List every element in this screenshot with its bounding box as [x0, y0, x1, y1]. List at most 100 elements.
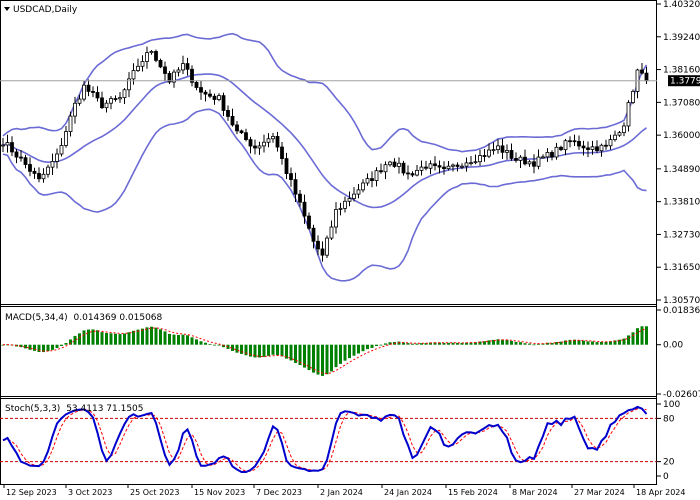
- candle-body: [527, 161, 532, 165]
- candle-body: [271, 136, 275, 140]
- candle-body: [230, 116, 235, 126]
- candle-body: [523, 156, 527, 165]
- time-tick-label: 15 Nov 2023: [194, 488, 245, 497]
- macd-bar: [60, 344, 63, 346]
- candle-body: [46, 166, 50, 175]
- macd-bar: [595, 342, 599, 345]
- macd-bar: [208, 343, 212, 345]
- candle-body: [392, 161, 397, 167]
- candle-body: [136, 65, 140, 71]
- macd-bar: [604, 341, 608, 345]
- candle-body: [442, 166, 446, 170]
- candle-body: [194, 81, 199, 88]
- candle-body: [158, 59, 163, 68]
- candle-body: [113, 98, 118, 100]
- candle-body: [185, 63, 190, 70]
- price-tick-label: 1.30570: [663, 296, 700, 306]
- candle-body: [577, 140, 581, 147]
- candle-body: [14, 151, 19, 158]
- candle-body: [343, 200, 347, 209]
- candle-body: [379, 170, 383, 173]
- chart-title: USDCAD,Daily: [13, 5, 78, 15]
- macd-bar: [406, 343, 410, 345]
- macd-bar: [118, 334, 122, 345]
- candle-body: [388, 161, 392, 166]
- price-tick-label: 1.38160: [663, 66, 700, 76]
- candle-body: [347, 198, 352, 202]
- price-tick-label: 1.33810: [663, 198, 700, 208]
- candle-body: [460, 165, 464, 168]
- macd-bar: [181, 334, 185, 345]
- symbol-title: USDCAD,Daily: [4, 5, 78, 15]
- macd-histogram: [1, 326, 648, 376]
- candle-body: [631, 91, 635, 104]
- candle-body: [212, 95, 217, 100]
- candle-body: [410, 173, 415, 176]
- candle-body: [338, 207, 343, 210]
- candle-body: [536, 156, 541, 167]
- macd-bar: [523, 343, 527, 345]
- candle-body: [356, 189, 361, 195]
- macd-bar: [213, 344, 216, 346]
- candle-body: [118, 97, 122, 100]
- candle-body: [302, 201, 307, 217]
- candle-body: [406, 172, 410, 175]
- stoch-tick-label: 20: [663, 458, 675, 468]
- candle-body: [500, 145, 505, 153]
- candle-body: [541, 156, 545, 159]
- macd-bar: [316, 344, 320, 375]
- macd-bar: [343, 344, 347, 361]
- macd-bar: [150, 326, 153, 345]
- macd-bar: [100, 332, 104, 345]
- macd-bar: [123, 333, 126, 345]
- price-tick-label: 1.34890: [663, 165, 700, 175]
- macd-bar: [258, 344, 261, 358]
- candle-body: [478, 155, 482, 163]
- candle-body: [361, 182, 365, 191]
- macd-bar: [177, 334, 180, 345]
- macd-title: MACD(5,34,4): [5, 313, 68, 323]
- time-tick-label: 3 Oct 2023: [68, 488, 112, 497]
- candle-body: [397, 162, 401, 167]
- macd-bar: [361, 344, 365, 352]
- candle-body: [86, 84, 91, 92]
- macd-bar: [28, 344, 32, 350]
- macd-bar: [582, 340, 585, 345]
- macd-bar: [370, 344, 374, 348]
- macd-bar: [600, 341, 603, 345]
- price-tick-label: 1.37080: [663, 98, 700, 108]
- candle-body: [464, 162, 469, 167]
- candle-body: [496, 145, 500, 151]
- stoch-tick-label: 80: [663, 414, 675, 424]
- candle-body: [491, 149, 496, 152]
- macd-tick-label: 0.018367: [663, 306, 700, 316]
- macd-bar: [645, 326, 648, 345]
- macd-panel: 0.018367 0.00 -0.026076 MACD(5,34,4) 0.014…: [0, 306, 700, 400]
- candle-body: [415, 169, 419, 176]
- macd-bar: [240, 344, 243, 354]
- macd-bar: [330, 344, 333, 372]
- macd-bar: [280, 344, 284, 357]
- candle-body: [28, 164, 32, 172]
- candle-body: [581, 145, 586, 149]
- time-tick-label: 24 Jan 2024: [384, 488, 432, 497]
- candle-body: [32, 170, 37, 174]
- candle-body: [266, 138, 271, 143]
- candle-body: [374, 170, 379, 182]
- candle-body: [275, 136, 280, 148]
- macd-bar: [334, 344, 338, 368]
- macd-bar: [510, 340, 513, 345]
- macd-bar: [379, 344, 383, 346]
- candle-body: [334, 209, 338, 228]
- macd-bar: [190, 337, 194, 345]
- bollinger-lower-band: [2, 108, 647, 282]
- macd-bar: [127, 332, 131, 345]
- candle-body: [316, 240, 320, 250]
- price-tick-label: 1.31650: [663, 263, 700, 273]
- candle-body: [68, 115, 73, 132]
- price-panel: 1.40320 1.39240 1.38160 1.37080 1.36000 1.348…: [0, 0, 700, 307]
- candle-body: [550, 152, 554, 158]
- macd-bar: [55, 344, 59, 349]
- time-tick-label: 7 Dec 2023: [256, 488, 302, 497]
- macd-bar: [586, 341, 590, 345]
